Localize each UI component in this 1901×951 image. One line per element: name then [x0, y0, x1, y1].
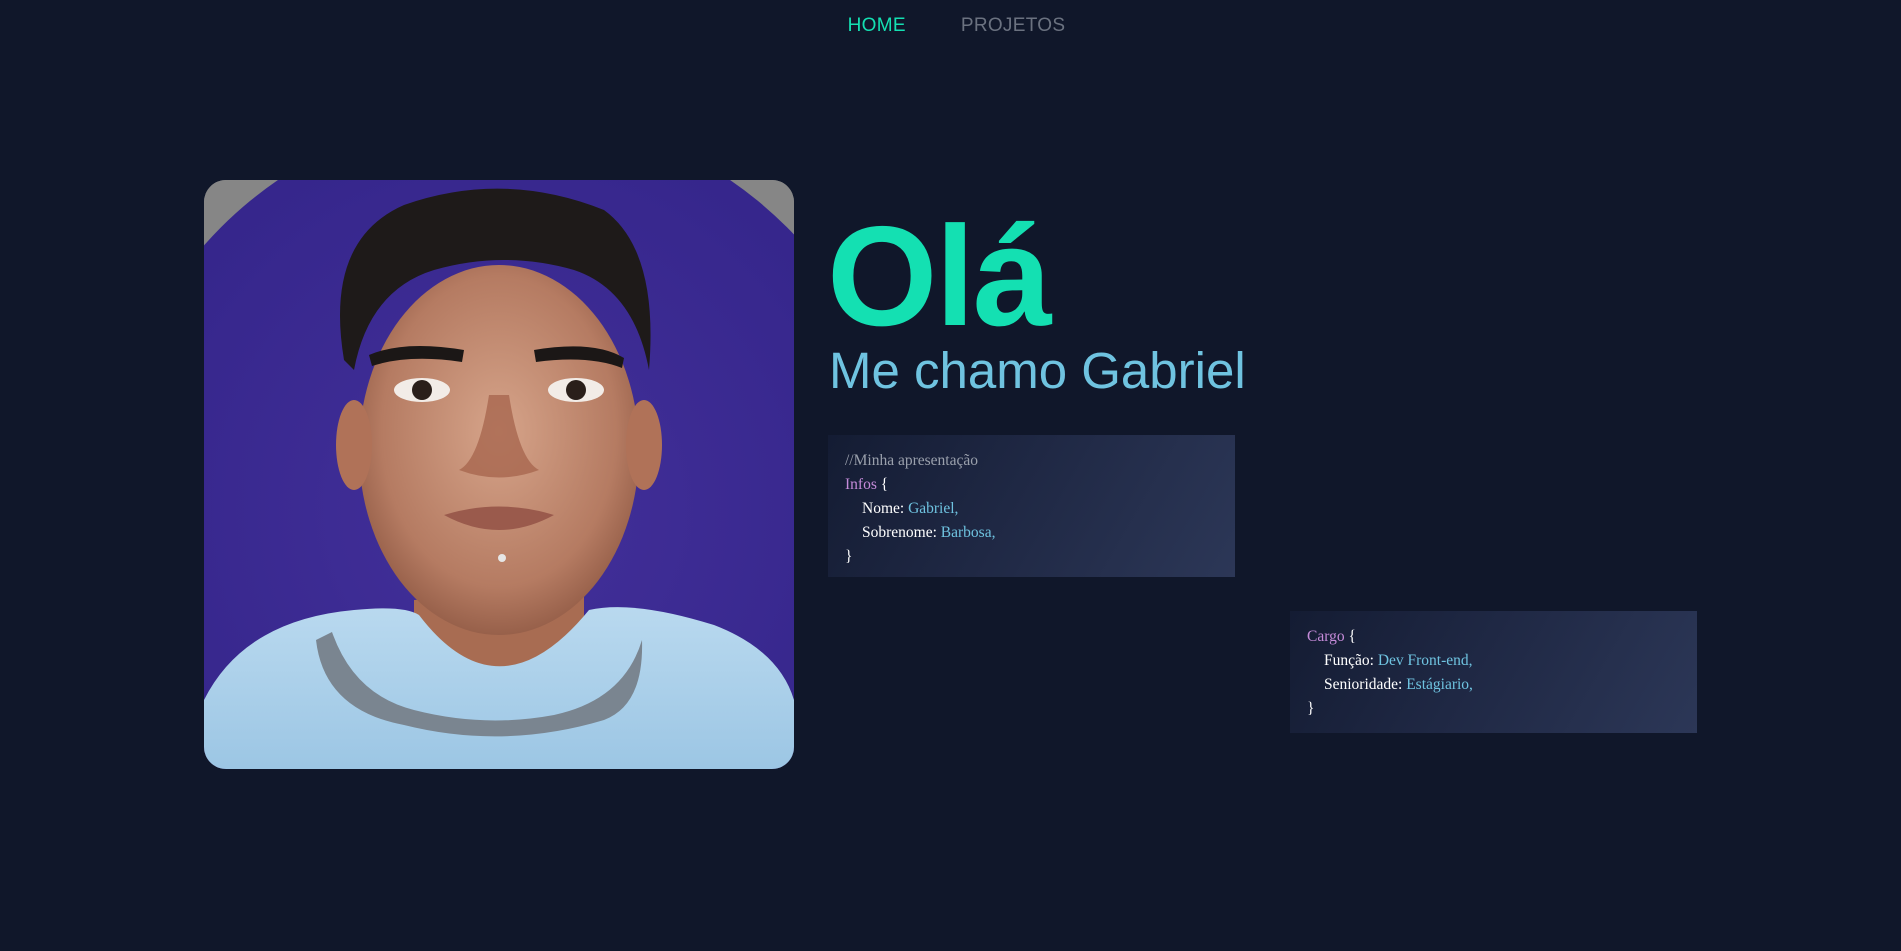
infos-code-card: //Minha apresentação Infos { Nome: Gabri… — [828, 435, 1235, 577]
code-open-brace: { — [880, 476, 889, 493]
code-object-name: Cargo — [1307, 628, 1345, 645]
nav-projetos-link[interactable]: PROJETOS — [949, 15, 1065, 37]
code-field-key: Função: — [1324, 652, 1374, 669]
code-field-value: Estágiario, — [1406, 676, 1473, 693]
code-field-value: Barbosa, — [940, 524, 996, 541]
code-field-value: Dev Front-end, — [1377, 652, 1473, 669]
code-field-key: Sobrenome: — [862, 524, 937, 541]
nav-home-link[interactable]: HOME — [836, 15, 906, 37]
top-nav: HOME PROJETOS — [0, 0, 1901, 52]
code-open-brace: { — [1348, 628, 1356, 645]
code-object-line: Infos { — [845, 473, 1218, 497]
code-field-line: Função: Dev Front-end, — [1307, 649, 1680, 673]
profile-photo — [204, 180, 794, 769]
subtitle-heading: Me chamo Gabriel — [829, 342, 1246, 399]
code-field-line: Senioridade: Estágiario, — [1307, 673, 1680, 697]
greeting-heading: Olá — [827, 197, 1052, 356]
code-comment: //Minha apresentação — [845, 452, 978, 469]
code-field-key: Senioridade: — [1324, 676, 1403, 693]
code-field-line: Nome: Gabriel, — [845, 497, 1218, 521]
code-object-name: Infos — [845, 476, 877, 493]
code-close-brace: } — [1307, 700, 1315, 717]
cargo-code-card: Cargo { Função: Dev Front-end, Seniorida… — [1290, 611, 1697, 733]
code-field-value: Gabriel, — [908, 500, 959, 517]
code-field-line: Sobrenome: Barbosa, — [845, 521, 1218, 545]
code-field-key: Nome: — [862, 500, 905, 517]
code-object-line: Cargo { — [1307, 625, 1680, 649]
code-close-brace: } — [845, 548, 853, 565]
